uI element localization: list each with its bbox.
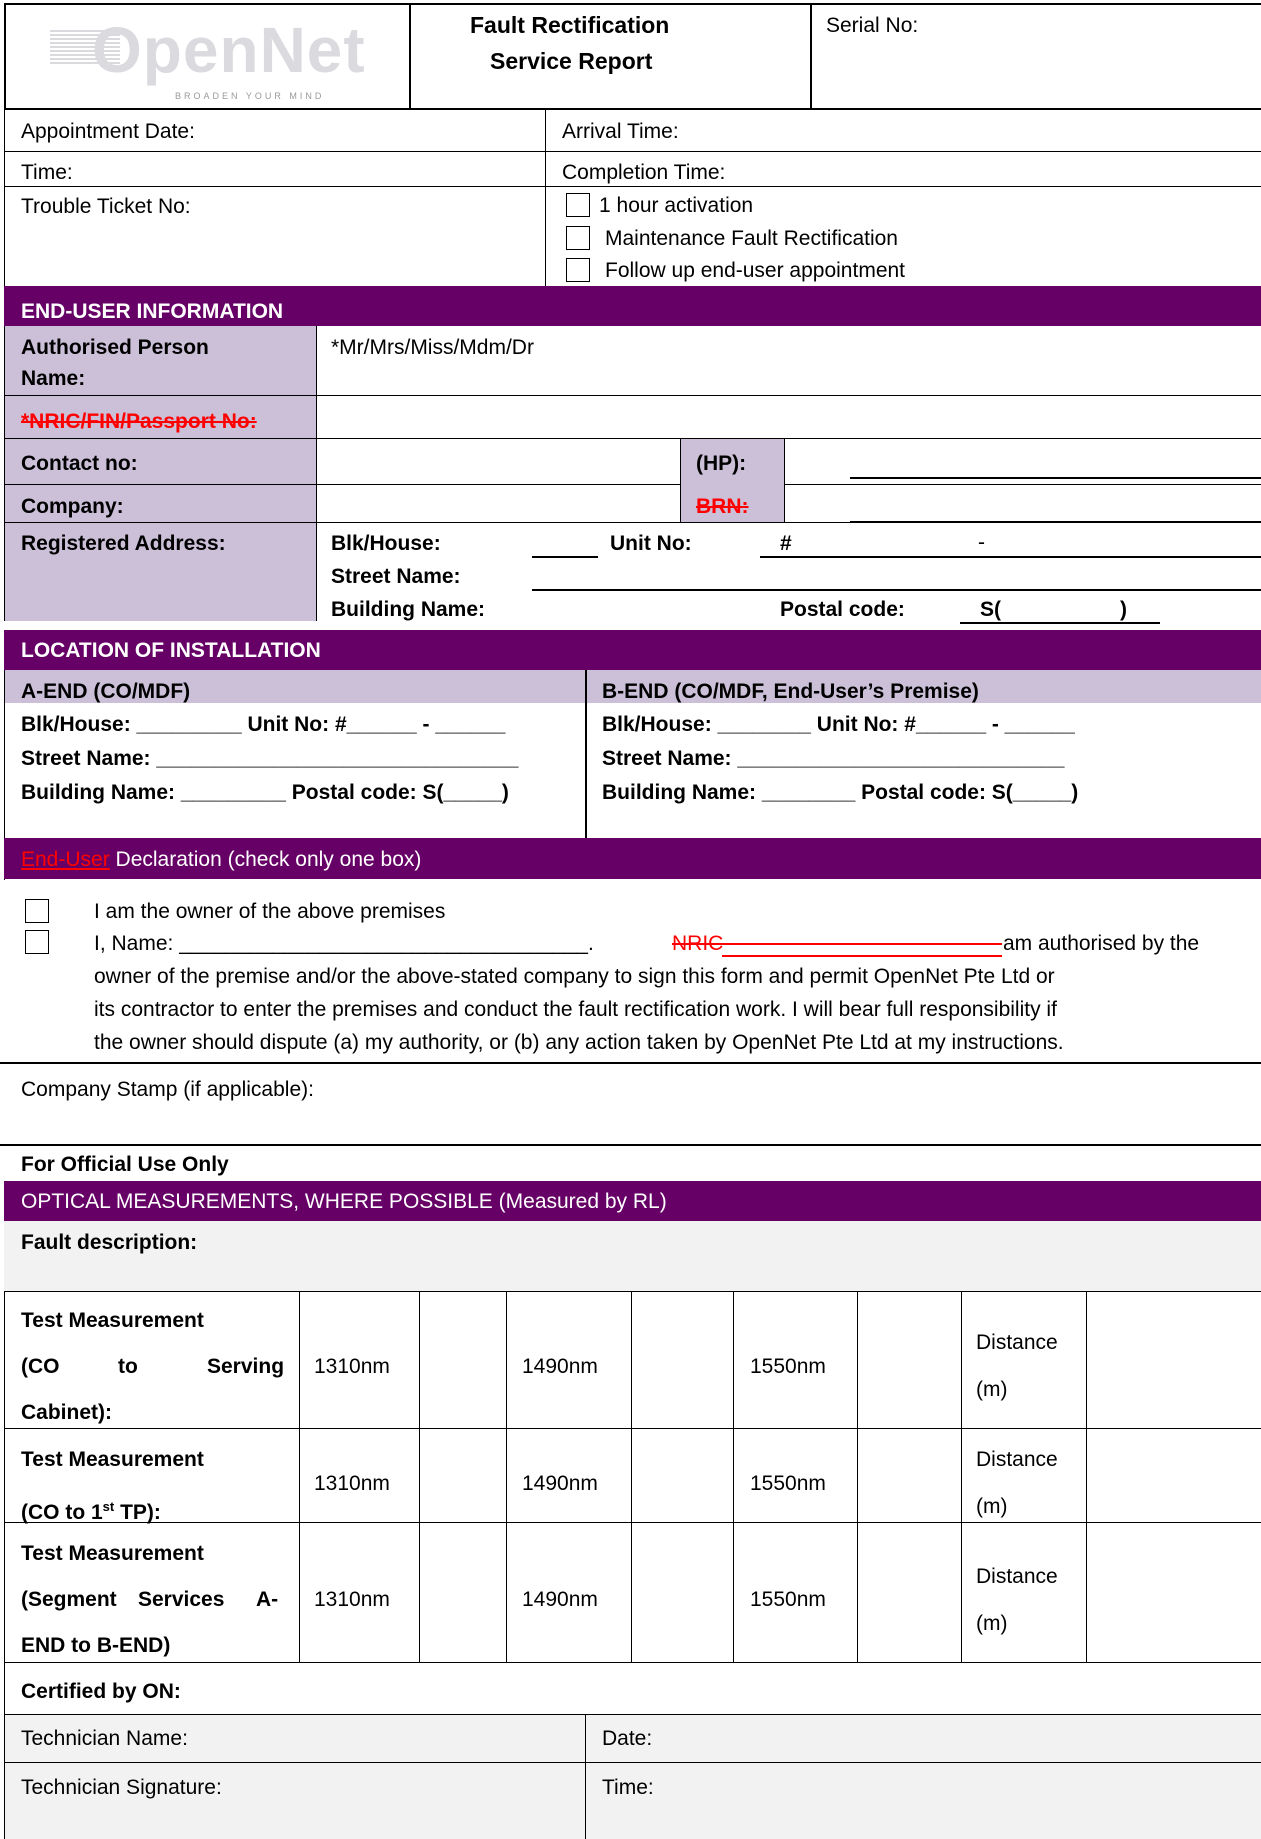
a-end-title: A-END (CO/MDF) bbox=[21, 680, 191, 703]
row3-1310nm: 1310nm bbox=[314, 1588, 390, 1611]
b-end-title: B-END (CO/MDF, End-User’s Premise) bbox=[602, 680, 979, 703]
row3-title: Test Measurement bbox=[21, 1542, 204, 1565]
logo-wordmark: OpenNet bbox=[92, 14, 366, 86]
row2-1310nm: 1310nm bbox=[314, 1472, 390, 1495]
brn-label: BRN: bbox=[696, 495, 749, 518]
official-use-label: For Official Use Only bbox=[21, 1153, 229, 1176]
hp-label: (HP): bbox=[696, 452, 747, 475]
declaration-title: End-User Declaration (check only one box… bbox=[21, 847, 421, 872]
owner-checkbox[interactable] bbox=[25, 899, 49, 923]
a-end-address-line2: Street Name: ___________________________… bbox=[21, 747, 519, 770]
follow-up-checkbox[interactable] bbox=[566, 258, 590, 282]
authorised-text: am authorised by the bbox=[1003, 932, 1200, 955]
row2-title: Test Measurement bbox=[21, 1448, 204, 1471]
declaration-title-end-user: End-User bbox=[21, 848, 110, 871]
trouble-ticket-label: Trouble Ticket No: bbox=[21, 195, 191, 218]
cert-time-label: Time: bbox=[602, 1776, 654, 1799]
location-section-title: LOCATION OF INSTALLATION bbox=[21, 639, 321, 662]
authorised-name-line: I, Name: _______________________________… bbox=[94, 932, 594, 955]
row1-1550nm: 1550nm bbox=[750, 1355, 826, 1378]
nric-label: *NRIC/FIN/Passport No: bbox=[21, 410, 257, 433]
owner-declaration: I am the owner of the above premises bbox=[94, 900, 446, 923]
one-hour-activation-label: 1 hour activation bbox=[599, 194, 754, 217]
declaration-title-rest: Declaration (check only one box) bbox=[109, 848, 422, 871]
row1-distance: Distance bbox=[976, 1331, 1058, 1354]
row2-1490nm: 1490nm bbox=[522, 1472, 598, 1495]
b-end-address-line3: Building Name: ________ Postal code: S(_… bbox=[602, 781, 1079, 804]
declaration-line5: the owner should dispute (a) my authorit… bbox=[94, 1031, 1064, 1054]
declaration-section-header: End-User Declaration (check only one box… bbox=[4, 838, 1261, 879]
row3-a: A- bbox=[256, 1588, 279, 1611]
form-header: OpenNet BROADEN YOUR MIND Fault Rectific… bbox=[0, 0, 1261, 109]
end-user-section-title: END-USER INFORMATION bbox=[21, 300, 284, 323]
salutation-options: *Mr/Mrs/Miss/Mdm/Dr bbox=[331, 336, 534, 359]
row1-co: (CO bbox=[21, 1355, 60, 1378]
row3-segment: (Segment bbox=[21, 1588, 117, 1611]
declaration-line3: owner of the premise and/or the above-st… bbox=[94, 965, 1055, 988]
registered-address-label: Registered Address: bbox=[21, 532, 226, 555]
contact-no-label: Contact no: bbox=[21, 452, 138, 475]
declaration-line4: its contractor to enter the premises and… bbox=[94, 998, 1057, 1021]
row3-1490nm: 1490nm bbox=[522, 1588, 598, 1611]
row3-services: Services bbox=[138, 1588, 225, 1611]
row1-to: to bbox=[118, 1355, 138, 1378]
reg-blk-house-label: Blk/House: bbox=[331, 532, 441, 555]
b-end-address-line1: Blk/House: ________ Unit No: #______ - _… bbox=[602, 713, 1075, 736]
authorised-checkbox[interactable] bbox=[25, 930, 49, 954]
reg-unit-hash: # bbox=[780, 532, 792, 555]
row3-end: END to B-END) bbox=[21, 1634, 171, 1657]
row3-unit: (m) bbox=[976, 1612, 1008, 1635]
opennet-logo: OpenNet BROADEN YOUR MIND bbox=[50, 14, 370, 106]
row1-1490nm: 1490nm bbox=[522, 1355, 598, 1378]
row2-1550nm: 1550nm bbox=[750, 1472, 826, 1495]
reg-building-name-label: Building Name: bbox=[331, 598, 486, 621]
row1-unit: (m) bbox=[976, 1378, 1008, 1401]
completion-time-label: Completion Time: bbox=[562, 161, 726, 184]
form-title-line1: Fault Rectification bbox=[470, 12, 670, 38]
fault-description-label: Fault description: bbox=[21, 1231, 198, 1254]
authorised-nric: NRIC bbox=[672, 932, 724, 955]
row2-distance: Distance bbox=[976, 1448, 1058, 1471]
company-stamp-label: Company Stamp (if applicable): bbox=[21, 1078, 314, 1101]
row1-1310nm: 1310nm bbox=[314, 1355, 390, 1378]
location-section-header: LOCATION OF INSTALLATION bbox=[4, 630, 1261, 670]
reg-unit-no-label: Unit No: bbox=[610, 532, 692, 555]
a-end-address-line1: Blk/House: _________ Unit No: #______ - … bbox=[21, 713, 506, 736]
reg-postal-code-label: Postal code: bbox=[780, 598, 905, 621]
certified-by-label: Certified by ON: bbox=[21, 1680, 181, 1703]
end-user-section-header: END-USER INFORMATION bbox=[4, 286, 1261, 326]
serial-no-label: Serial No: bbox=[826, 14, 919, 37]
optical-section-header: OPTICAL MEASUREMENTS, WHERE POSSIBLE (Me… bbox=[4, 1181, 1261, 1221]
optical-section-title: OPTICAL MEASUREMENTS, WHERE POSSIBLE (Me… bbox=[21, 1190, 667, 1213]
maintenance-fault-checkbox[interactable] bbox=[566, 226, 590, 250]
b-end-address-line2: Street Name: ___________________________… bbox=[602, 747, 1065, 770]
one-hour-activation-checkbox[interactable] bbox=[566, 193, 590, 217]
technician-signature-label: Technician Signature: bbox=[21, 1776, 222, 1799]
row2-unit: (m) bbox=[976, 1495, 1008, 1518]
time-label: Time: bbox=[21, 161, 73, 184]
follow-up-label: Follow up end-user appointment bbox=[605, 259, 906, 282]
logo-tagline: BROADEN YOUR MIND bbox=[175, 91, 325, 101]
row1-title: Test Measurement bbox=[21, 1309, 204, 1332]
company-label: Company: bbox=[21, 495, 124, 518]
row3-1550nm: 1550nm bbox=[750, 1588, 826, 1611]
reg-postal-close: ) bbox=[1120, 598, 1127, 621]
a-end-address-line3: Building Name: _________ Postal code: S(… bbox=[21, 781, 509, 804]
authorised-person-label: Authorised Person bbox=[21, 336, 209, 359]
reg-postal-open: S( bbox=[980, 598, 1001, 621]
row1-cabinet: Cabinet): bbox=[21, 1401, 112, 1424]
appointment-date-label: Appointment Date: bbox=[21, 120, 195, 143]
row3-distance: Distance bbox=[976, 1565, 1058, 1588]
reg-street-name-label: Street Name: bbox=[331, 565, 461, 588]
arrival-time-label: Arrival Time: bbox=[562, 120, 679, 143]
maintenance-fault-label: Maintenance Fault Rectification bbox=[605, 227, 898, 250]
technician-name-label: Technician Name: bbox=[21, 1727, 188, 1750]
reg-unit-dash: - bbox=[978, 531, 985, 554]
row1-serving: Serving bbox=[207, 1355, 285, 1378]
form-title-line2: Service Report bbox=[490, 48, 653, 74]
row2-subtitle: (CO to 1st TP): bbox=[21, 1499, 161, 1524]
authorised-person-name-label: Name: bbox=[21, 367, 86, 390]
date-label: Date: bbox=[602, 1727, 653, 1750]
